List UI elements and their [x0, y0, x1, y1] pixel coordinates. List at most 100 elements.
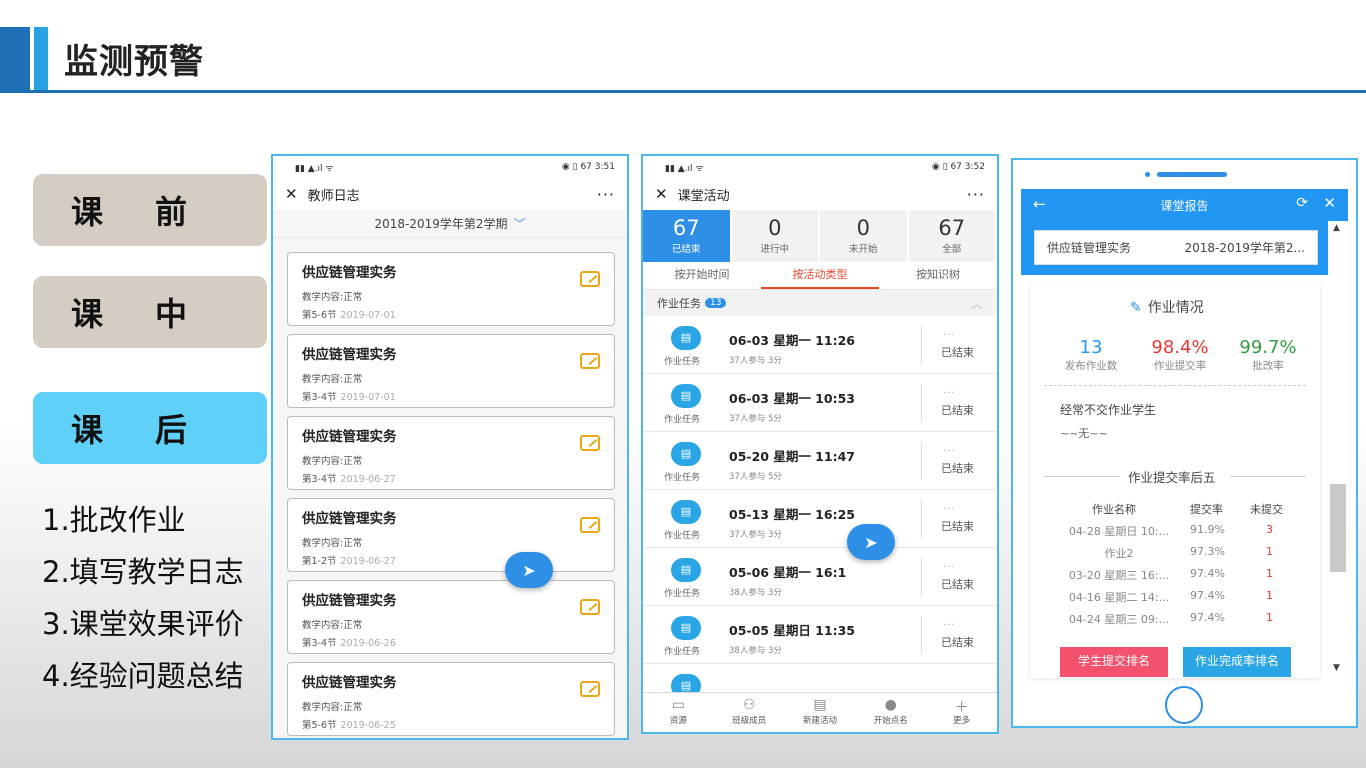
send-fab-button[interactable]: ➤ — [847, 524, 895, 560]
folder-icon: ▭ — [671, 697, 686, 713]
tab-by-start-time[interactable]: 按开始时间 — [643, 262, 761, 289]
paper-plane-icon: ➤ — [864, 532, 878, 552]
semester-selector[interactable]: 2018-2019学年第2学期 ﹀ — [273, 210, 627, 238]
activity-row[interactable]: ▤ 作业任务 05-05 星期日 11:35 38人参与 3分 ··· 已结束 — [643, 606, 997, 664]
bottom-nav: ▭ 资源 ⚇ 班级成员 ▤ 新建活动 ● 开始点名 ＋更多 — [643, 692, 997, 732]
send-fab-button[interactable]: ➤ — [505, 552, 553, 588]
course-selector[interactable]: 供应链管理实务 2018-2019学年第2... — [1034, 230, 1318, 265]
more-dots-icon[interactable]: ··· — [943, 562, 956, 573]
signal-icon: ▮▮ ▲.ıl ᯤ — [665, 163, 704, 174]
activity-sub: 38人参与 3分 — [729, 588, 782, 598]
scroll-down-icon[interactable]: ▼ — [1333, 663, 1340, 673]
header-accent-dark — [0, 27, 30, 91]
status-time: 3:52 — [964, 162, 985, 172]
nav-resources[interactable]: ▭ 资源 — [643, 693, 714, 732]
scrollbar[interactable]: ▲ ▼ — [1328, 221, 1348, 677]
stat-in-progress[interactable]: 0 进行中 — [731, 210, 820, 262]
edit-icon[interactable] — [580, 681, 600, 697]
more-dots-icon[interactable]: ··· — [943, 620, 956, 631]
log-card-content: 教学内容:正常 — [302, 456, 363, 467]
step-item: 3.课堂效果评价 — [42, 607, 244, 641]
edit-icon[interactable] — [580, 271, 600, 287]
log-card-content: 教学内容:正常 — [302, 292, 363, 303]
edit-icon[interactable] — [580, 353, 600, 369]
activity-row[interactable]: ▤ 作业任务 05-13 星期一 16:25 37人参与 3分 ··· 已结束 — [643, 490, 997, 548]
activity-status: 已结束 — [941, 346, 974, 359]
battery-level: 67 — [580, 162, 592, 172]
activity-row[interactable]: ▤ 作业任务 05-06 星期一 16:1 38人参与 3分 ··· 已结束 — [643, 548, 997, 606]
activity-row[interactable]: ▤ 作业任务 06-03 星期一 11:26 37人参与 3分 ··· 已结束 — [643, 316, 997, 374]
close-icon[interactable]: ✕ — [655, 185, 668, 203]
activity-time: 06-03 星期一 10:53 — [729, 391, 855, 406]
scroll-thumb[interactable] — [1330, 484, 1346, 572]
log-card-title: 供应链管理实务 — [302, 593, 397, 609]
nav-new-activity[interactable]: ▤ 新建活动 — [785, 693, 856, 732]
more-icon[interactable]: ··· — [597, 185, 615, 204]
log-card-title: 供应链管理实务 — [302, 265, 397, 281]
tab-by-knowledge-tree[interactable]: 按知识树 — [879, 262, 997, 289]
nav-class-members[interactable]: ⚇ 班级成员 — [714, 693, 785, 732]
nav-more[interactable]: ＋更多 — [926, 693, 997, 732]
close-icon[interactable]: ✕ — [285, 185, 298, 203]
activity-sub: 37人参与 3分 — [729, 530, 782, 540]
activity-status: 已结束 — [941, 404, 974, 417]
activity-row[interactable]: ▤ 作业任务 05-20 星期一 11:47 37人参与 5分 ··· 已结束 — [643, 432, 997, 490]
log-card-content: 教学内容:正常 — [302, 702, 363, 713]
log-card[interactable]: 供应链管理实务 教学内容:正常 第3-4节 2019-06-27 — [287, 416, 615, 490]
activity-status: 已结束 — [941, 636, 974, 649]
log-card-meta: 第3-4节 2019-07-01 — [302, 392, 396, 403]
close-icon[interactable]: ✕ — [1323, 194, 1336, 212]
no-submit-title: 经常不交作业学生 — [1060, 403, 1157, 417]
more-icon[interactable]: ··· — [967, 185, 985, 204]
nav-roll-call[interactable]: ● 开始点名 — [855, 693, 926, 732]
edit-icon[interactable] — [580, 435, 600, 451]
edit-icon[interactable] — [580, 517, 600, 533]
refresh-icon[interactable]: ⟳ — [1296, 195, 1308, 211]
paper-plane-icon: ➤ — [522, 560, 536, 580]
activity-time: 05-20 星期一 11:47 — [729, 449, 855, 464]
tab-by-activity-type[interactable]: 按活动类型 — [761, 262, 879, 289]
activity-status: 已结束 — [941, 462, 974, 475]
log-card[interactable]: 供应链管理实务 教学内容:正常 第5-6节 2019-07-01 — [287, 252, 615, 326]
phase-after-class[interactable]: 课后 — [33, 392, 267, 464]
student-submit-rank-button[interactable]: 学生提交排名 — [1060, 647, 1168, 677]
chevron-up-icon[interactable]: ︿ — [971, 295, 983, 312]
more-dots-icon[interactable]: ··· — [943, 446, 956, 457]
edit-icon[interactable] — [580, 599, 600, 615]
scroll-up-icon[interactable]: ▲ — [1333, 223, 1340, 233]
report-title: 课堂报告 — [1160, 198, 1209, 213]
stat-finished[interactable]: 67 已结束 — [643, 210, 732, 262]
steps-list: 1.批改作业 2.填写教学日志 3.课堂效果评价 4.经验问题总结 — [42, 494, 244, 702]
chat-icon: ▤ — [671, 616, 701, 640]
phase-before-class[interactable]: 课前 — [33, 174, 267, 246]
chat-icon: ▤ — [671, 326, 701, 350]
back-arrow-icon[interactable]: ← — [1033, 195, 1046, 213]
log-card[interactable]: 供应链管理实务 教学内容:正常 第3-4节 2019-07-01 — [287, 334, 615, 408]
log-card[interactable]: 供应链管理实务 教学内容:正常 第3-4节 2019-06-26 — [287, 580, 615, 654]
more-dots-icon[interactable]: ··· — [943, 504, 956, 515]
completion-rate-rank-button[interactable]: 作业完成率排名 — [1183, 647, 1291, 677]
document-icon: ▤ — [813, 697, 827, 713]
log-card-content: 教学内容:正常 — [302, 374, 363, 385]
more-dots-icon[interactable]: ··· — [943, 388, 956, 399]
log-card-meta: 第1-2节 2019-06-27 — [302, 556, 396, 567]
phase-in-class[interactable]: 课中 — [33, 276, 267, 348]
log-card-content: 教学内容:正常 — [302, 620, 363, 631]
chat-icon: ▤ — [671, 384, 701, 408]
log-card[interactable]: 供应链管理实务 教学内容:正常 第1-2节 2019-06-27 — [287, 498, 615, 572]
more-dots-icon[interactable]: ··· — [943, 330, 956, 341]
log-card[interactable]: 供应链管理实务 教学内容:正常 第5-6节 2019-06-25 — [287, 662, 615, 736]
activity-sub: 37人参与 5分 — [729, 414, 782, 424]
section-homework[interactable]: 作业任务 13 ︿ — [643, 290, 997, 316]
kpi-published: 13 发布作业数 — [1064, 337, 1118, 372]
log-card-meta: 第5-6节 2019-07-01 — [302, 310, 396, 321]
activity-row[interactable]: ▤ 作业任务 06-03 星期一 10:53 37人参与 5分 ··· 已结束 — [643, 374, 997, 432]
activity-time: 05-05 星期日 11:35 — [729, 623, 855, 638]
homework-section-title: ✎ 作业情况 — [1130, 300, 1204, 316]
activity-sub: 38人参与 3分 — [729, 646, 782, 656]
log-card-meta: 第3-4节 2019-06-26 — [302, 638, 396, 649]
stat-all[interactable]: 67 全部 — [908, 210, 997, 262]
home-button[interactable] — [1165, 686, 1203, 724]
phone-class-activity: ▮▮ ▲.ıl ᯤ ◉ ▯ 67 3:52 ✕ 课堂活动 ··· 67 已结束 0… — [641, 154, 999, 734]
stat-not-started[interactable]: 0 未开始 — [820, 210, 909, 262]
